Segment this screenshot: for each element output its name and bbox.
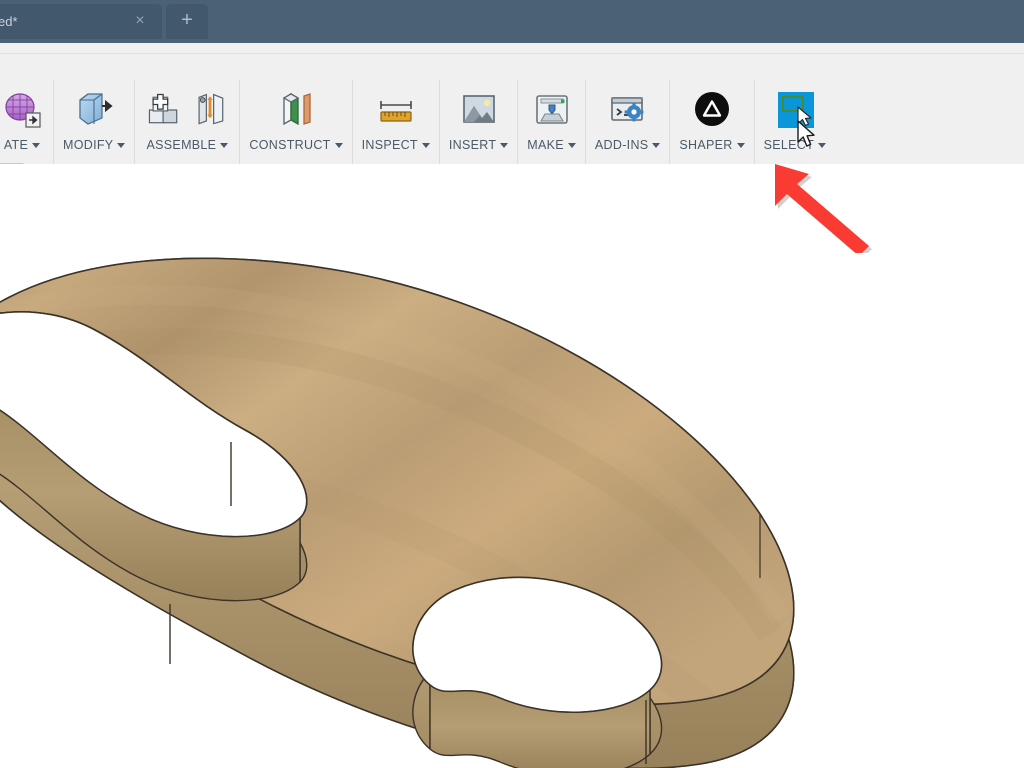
- ribbon-panel-row: ATE MODIFY ASSEMBLE CONSTRUCT INSPECT IN…: [0, 80, 836, 164]
- new-tab-button[interactable]: +: [166, 4, 208, 39]
- ribbon-panel-select[interactable]: SELECT: [755, 80, 835, 164]
- ribbon-panel-label-create[interactable]: ATE: [3, 138, 41, 158]
- panel-icons-insert: [457, 80, 501, 138]
- label-text-insert: INSERT: [448, 138, 497, 152]
- palette-3d-model[interactable]: [0, 164, 1024, 768]
- document-tab-strip: ed* × +: [0, 4, 208, 43]
- shaper-logo-icon[interactable]: [690, 88, 734, 132]
- document-tab-active[interactable]: ed* ×: [0, 4, 162, 39]
- assemble-new-component-icon[interactable]: [144, 90, 184, 130]
- viewport-canvas[interactable]: [0, 164, 1024, 768]
- panel-icons-select: [773, 80, 817, 138]
- chevron-down-icon[interactable]: [32, 142, 41, 148]
- construct-offset-plane-icon[interactable]: [274, 88, 318, 132]
- addins-scripts-icon[interactable]: [606, 88, 650, 132]
- label-text-addins: ADD-INS: [594, 138, 649, 152]
- label-text-modify: MODIFY: [63, 138, 114, 152]
- ribbon-panel-make[interactable]: MAKE: [518, 80, 586, 164]
- chevron-down-icon[interactable]: [220, 142, 229, 148]
- chevron-down-icon[interactable]: [652, 142, 661, 148]
- insert-image-icon[interactable]: [457, 88, 501, 132]
- label-text-shaper: SHAPER: [679, 138, 733, 152]
- ribbon-panel-label-inspect[interactable]: INSPECT: [362, 138, 430, 158]
- chevron-down-icon[interactable]: [818, 142, 827, 148]
- document-tab-title: ed*: [0, 14, 18, 29]
- create-form-icon[interactable]: [0, 88, 44, 132]
- ribbon-panel-shaper[interactable]: SHAPER: [670, 80, 755, 164]
- chevron-down-icon[interactable]: [334, 142, 343, 148]
- ribbon-panel-create[interactable]: ATE: [0, 80, 54, 164]
- chevron-down-icon[interactable]: [500, 142, 509, 148]
- label-text-create: ATE: [3, 138, 29, 152]
- label-text-construct: CONSTRUCT: [249, 138, 331, 152]
- ribbon-panel-label-shaper[interactable]: SHAPER: [679, 138, 745, 158]
- ribbon-panel-assemble[interactable]: ASSEMBLE: [135, 80, 241, 164]
- assemble-joint-icon[interactable]: [190, 90, 230, 130]
- close-icon[interactable]: ×: [132, 13, 148, 29]
- toolbar-divider-strip: [0, 43, 1024, 54]
- select-window-icon[interactable]: [773, 88, 817, 132]
- ribbon-panel-construct[interactable]: CONSTRUCT: [240, 80, 353, 164]
- label-text-assemble: ASSEMBLE: [146, 138, 217, 152]
- chevron-down-icon[interactable]: [421, 142, 430, 148]
- panel-icons-addins: [606, 80, 650, 138]
- panel-icons-modify: [72, 80, 116, 138]
- ribbon-panel-label-make[interactable]: MAKE: [527, 138, 576, 158]
- label-text-inspect: INSPECT: [361, 138, 418, 152]
- fusion360-window: ed* × + ATE MODIFY ASSEMBLE CONSTRUCT IN…: [0, 0, 1024, 768]
- panel-icons-inspect: [374, 80, 418, 138]
- panel-icons-make: [530, 80, 574, 138]
- chevron-down-icon[interactable]: [567, 142, 576, 148]
- ribbon-panel-modify[interactable]: MODIFY: [54, 80, 136, 164]
- ribbon-panel-label-addins[interactable]: ADD-INS: [595, 138, 661, 158]
- ribbon-panel-label-construct[interactable]: CONSTRUCT: [249, 138, 343, 158]
- make-3d-print-icon[interactable]: [530, 88, 574, 132]
- ribbon-panel-inspect[interactable]: INSPECT: [353, 80, 440, 164]
- ribbon-panel-label-select[interactable]: SELECT: [763, 138, 827, 158]
- modify-press-pull-icon[interactable]: [72, 88, 116, 132]
- ribbon-toolbar: ATE MODIFY ASSEMBLE CONSTRUCT INSPECT IN…: [0, 54, 1024, 164]
- panel-icons-shaper: [690, 80, 734, 138]
- label-text-select: SELECT: [763, 138, 815, 152]
- ribbon-panel-addins[interactable]: ADD-INS: [586, 80, 671, 164]
- ribbon-panel-insert[interactable]: INSERT: [440, 80, 519, 164]
- panel-icons-create: [0, 80, 44, 138]
- inspect-measure-icon[interactable]: [374, 88, 418, 132]
- title-bar: ed* × +: [0, 0, 1024, 43]
- label-text-make: MAKE: [527, 138, 564, 152]
- chevron-down-icon[interactable]: [736, 142, 745, 148]
- ribbon-panel-label-modify[interactable]: MODIFY: [63, 138, 126, 158]
- ribbon-panel-label-assemble[interactable]: ASSEMBLE: [147, 138, 229, 158]
- ribbon-panel-label-insert[interactable]: INSERT: [448, 138, 509, 158]
- panel-icons-assemble: [144, 80, 230, 138]
- chevron-down-icon[interactable]: [117, 142, 126, 148]
- panel-icons-construct: [274, 80, 318, 138]
